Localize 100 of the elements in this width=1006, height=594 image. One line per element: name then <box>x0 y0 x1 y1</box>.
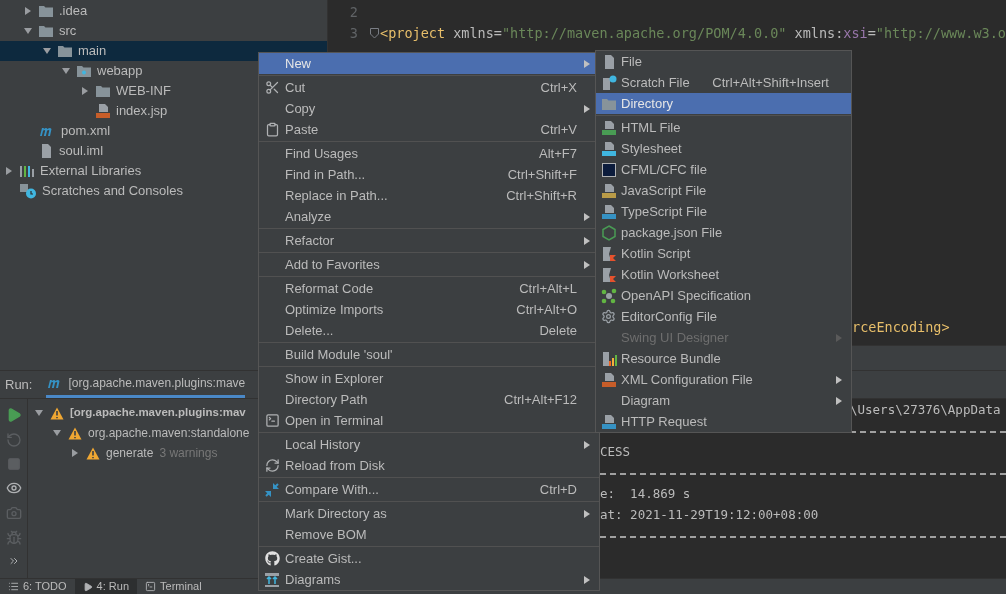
triangle-down-icon[interactable] <box>34 408 44 418</box>
submenu-arrow-icon <box>835 374 843 385</box>
menu-item[interactable]: File <box>596 51 851 72</box>
libraries-icon <box>19 164 35 178</box>
scratch-clock-icon <box>19 183 37 199</box>
clipboard-icon <box>264 122 280 137</box>
menu-item[interactable]: package.json File <box>596 222 851 243</box>
menu-item[interactable]: Copy <box>259 98 599 119</box>
console-line: at: 2021-11-29T19:12:00+08:00 <box>600 506 819 525</box>
submenu-arrow-icon <box>583 508 591 519</box>
triangle-down-icon[interactable] <box>42 46 52 56</box>
warning-icon <box>86 446 100 460</box>
triangle-down-icon[interactable] <box>23 26 33 36</box>
menu-item[interactable]: OpenAPI Specification <box>596 285 851 306</box>
scissors-icon <box>264 80 280 95</box>
menu-item[interactable]: Remove BOM <box>259 524 599 545</box>
more-icon[interactable] <box>7 555 20 567</box>
code-line: <project xmlns="http://maven.apache.org/POM/4.0.0" xmlns:xsi="http://www.w3.o <box>380 24 1006 44</box>
submenu-arrow-icon <box>583 439 591 450</box>
menu-item[interactable]: Reformat Code Ctrl+Alt+L <box>259 278 599 299</box>
menu-item[interactable]: Diagrams <box>259 569 599 590</box>
run-tree-item[interactable]: generate <box>106 444 154 462</box>
settings-icon <box>601 309 616 324</box>
folder-icon <box>600 96 617 111</box>
menu-item[interactable]: Build Module 'soul' <box>259 344 599 365</box>
eye-icon[interactable] <box>5 480 22 496</box>
tool-window-tab[interactable]: 4: Run <box>74 579 138 594</box>
menu-item[interactable]: Local History <box>259 434 599 455</box>
menu-item[interactable]: Compare With... Ctrl+D <box>259 479 599 500</box>
menu-item[interactable]: Resource Bundle <box>596 348 851 369</box>
tool-window-tab[interactable]: Terminal <box>137 579 210 594</box>
menu-item[interactable]: Find Usages Alt+F7 <box>259 143 599 164</box>
menu-item[interactable]: Analyze <box>259 206 599 227</box>
console-line: CESS <box>600 443 631 462</box>
menu-item[interactable]: Kotlin Worksheet <box>596 264 851 285</box>
triangle-right-icon[interactable] <box>23 6 33 16</box>
cfml-file-icon <box>600 161 617 178</box>
line-number: 2 <box>348 3 359 23</box>
console-line: \Users\27376\AppData <box>850 401 1001 420</box>
hexagon-icon <box>600 224 617 241</box>
scratch-file-icon <box>600 74 617 91</box>
run-label: Run: <box>5 375 33 394</box>
submenu-arrow-icon <box>583 58 591 69</box>
submenu-arrow-icon <box>583 103 591 114</box>
stylesheet-icon <box>600 140 617 157</box>
triangle-right-icon[interactable] <box>80 86 90 96</box>
menu-item[interactable]: Create Gist... <box>259 548 599 569</box>
menu-item[interactable]: HTML File <box>596 117 851 138</box>
menu-item[interactable]: Show in Explorer <box>259 368 599 389</box>
menu-item[interactable]: Stylesheet <box>596 138 851 159</box>
folder-icon <box>95 84 111 98</box>
tree-item[interactable]: src <box>0 21 327 41</box>
menu-item[interactable]: XML Configuration File <box>596 369 851 390</box>
triangle-right-icon[interactable] <box>70 448 80 458</box>
submenu-arrow-icon <box>583 574 591 585</box>
menu-item[interactable]: Directory <box>596 93 851 114</box>
tool-window-tab[interactable]: 6: TODO <box>0 579 75 594</box>
kotlin-file-icon <box>600 245 617 262</box>
folder-icon <box>57 44 73 58</box>
menu-item[interactable]: Diagram <box>596 390 851 411</box>
web-folder-icon <box>76 64 92 78</box>
menu-item[interactable]: Open in Terminal <box>259 410 599 431</box>
menu-item[interactable]: Kotlin Script <box>596 243 851 264</box>
folder-icon <box>38 4 54 18</box>
run-icon <box>82 581 93 592</box>
submenu-arrow-icon <box>583 211 591 222</box>
menu-item[interactable]: Add to Favorites <box>259 254 599 275</box>
menu-item[interactable]: Mark Directory as <box>259 503 599 524</box>
menu-item[interactable]: JavaScript File <box>596 180 851 201</box>
http-request-icon <box>600 413 617 430</box>
menu-item[interactable]: Delete... Delete <box>259 320 599 341</box>
submenu-arrow-icon <box>835 395 843 406</box>
warning-icon <box>50 406 64 420</box>
menu-item[interactable]: CFML/CFC file <box>596 159 851 180</box>
line-number: 3 <box>348 24 359 44</box>
menu-item[interactable]: Replace in Path... Ctrl+Shift+R <box>259 185 599 206</box>
menu-item[interactable]: Scratch File Ctrl+Alt+Shift+Insert <box>596 72 851 93</box>
triangle-right-icon[interactable] <box>4 166 14 176</box>
run-tree-item[interactable]: [org.apache.maven.plugins:mav <box>70 404 246 422</box>
warning-count: 3 warnings <box>159 445 218 462</box>
menu-item[interactable]: Refactor <box>259 230 599 251</box>
terminal-icon <box>145 581 157 592</box>
submenu-arrow-icon <box>835 332 843 343</box>
menu-item[interactable]: Optimize Imports Ctrl+Alt+O <box>259 299 599 320</box>
menu-item[interactable]: EditorConfig File <box>596 306 851 327</box>
menu-item[interactable]: TypeScript File <box>596 201 851 222</box>
menu-item[interactable]: Reload from Disk <box>259 455 599 476</box>
menu-item[interactable]: Find in Path... Ctrl+Shift+F <box>259 164 599 185</box>
submenu-arrow-icon <box>583 235 591 246</box>
menu-item[interactable]: Paste Ctrl+V <box>259 119 599 140</box>
triangle-down-icon[interactable] <box>52 428 62 438</box>
run-tree-item[interactable]: org.apache.maven:standalone <box>88 424 250 442</box>
triangle-down-icon[interactable] <box>61 66 71 76</box>
menu-item[interactable]: HTTP Request <box>596 411 851 432</box>
menu-item[interactable]: Cut Ctrl+X <box>259 77 599 98</box>
html-file-icon <box>600 119 617 136</box>
fold-marker-icon[interactable] <box>369 28 379 39</box>
menu-item[interactable]: Directory Path Ctrl+Alt+F12 <box>259 389 599 410</box>
tree-item[interactable]: .idea <box>0 1 327 21</box>
resource-bundle-icon <box>600 350 617 367</box>
